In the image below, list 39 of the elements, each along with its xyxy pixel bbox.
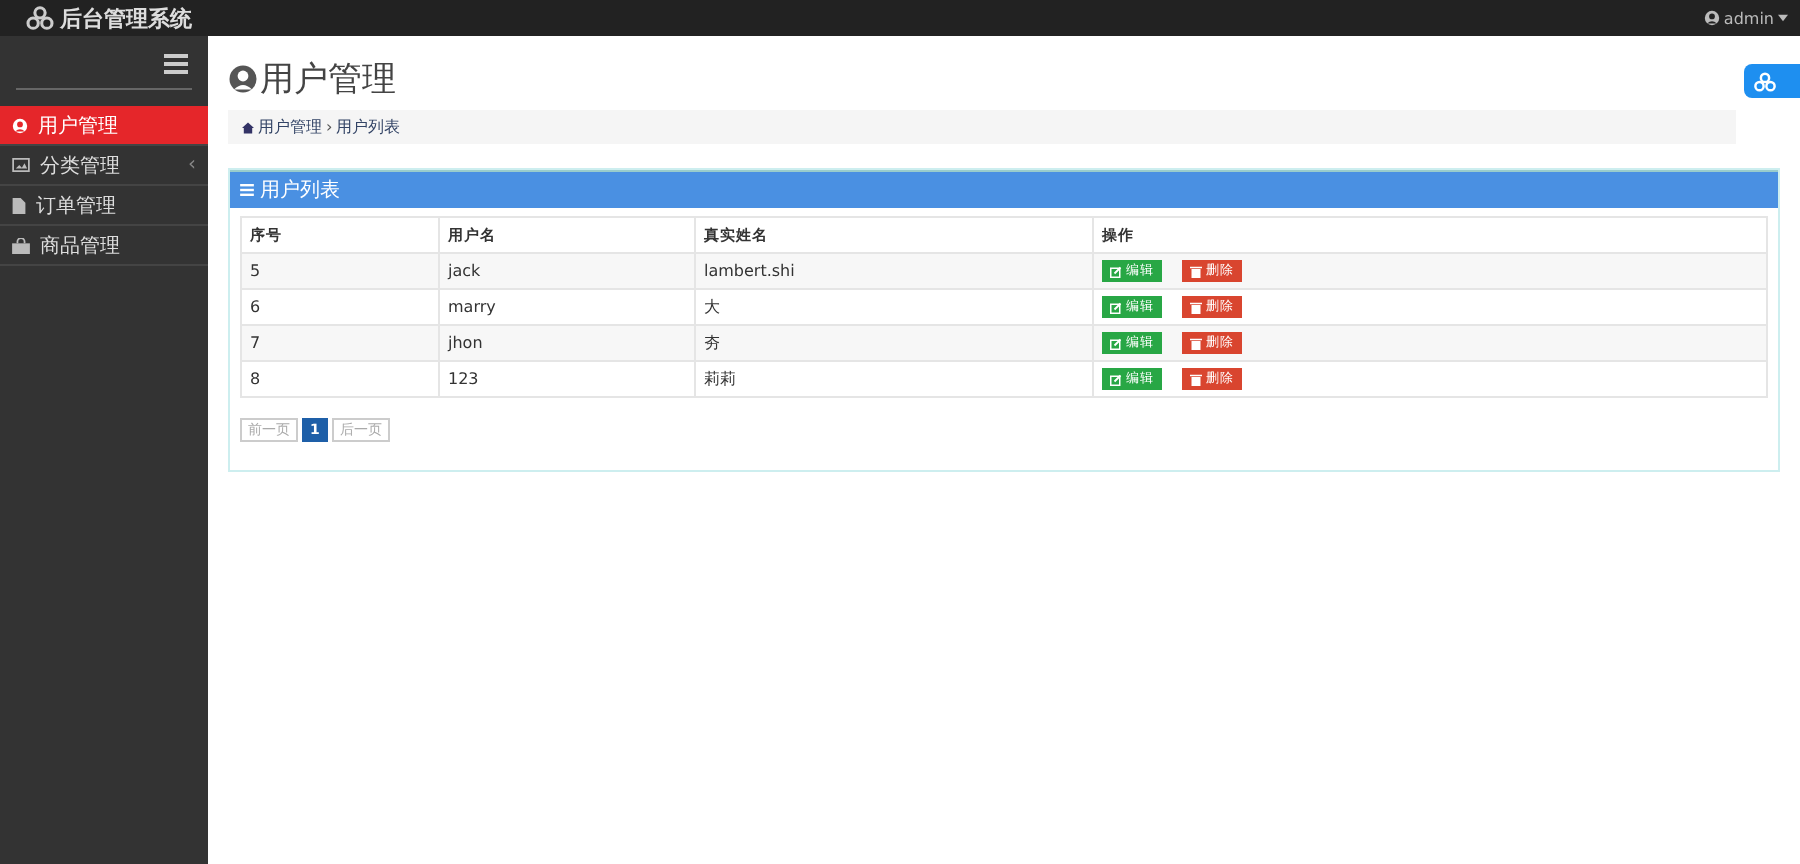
sidebar-item[interactable]: 用户管理	[0, 106, 208, 146]
page-title: 用户管理	[260, 57, 396, 101]
app-title: 后台管理系统	[60, 3, 192, 33]
breadcrumb-link[interactable]: 用户管理	[258, 116, 322, 138]
pencil-icon	[1110, 373, 1122, 385]
breadcrumb-link[interactable]: 用户列表	[336, 116, 401, 138]
list-icon	[240, 184, 254, 196]
caret-icon: ‹	[188, 154, 196, 176]
user-menu[interactable]: admin	[1703, 9, 1788, 27]
table-cell: jack	[439, 253, 695, 289]
picture-icon	[12, 158, 30, 172]
table-cell: 莉莉	[695, 361, 1093, 397]
table-cell: jhon	[439, 325, 695, 361]
floating-widget-button[interactable]	[1744, 64, 1800, 98]
bag-icon	[12, 237, 30, 253]
pencil-icon	[1110, 301, 1122, 313]
user-icon	[228, 63, 258, 93]
document-icon	[12, 197, 26, 213]
table-cell: lambert.shi	[695, 253, 1093, 289]
table-cell: 7	[241, 325, 439, 361]
home-icon	[242, 121, 254, 133]
user-avatar-icon	[1703, 10, 1720, 26]
circles-icon	[1754, 71, 1776, 91]
pencil-icon	[1110, 265, 1122, 277]
table-cell: 123	[439, 361, 695, 397]
trash-icon	[1190, 265, 1202, 277]
pencil-icon	[1110, 337, 1122, 349]
table-cell: 夯	[695, 325, 1093, 361]
trash-icon	[1190, 301, 1202, 313]
caret-icon	[1778, 14, 1788, 22]
table-cell: 8	[241, 361, 439, 397]
user-icon	[12, 117, 28, 133]
trash-icon	[1190, 373, 1202, 385]
panel-title: 用户列表	[260, 177, 340, 204]
circles-logo-icon	[26, 6, 54, 30]
menu-icon[interactable]	[164, 54, 188, 74]
trash-icon	[1190, 337, 1202, 349]
breadcrumb-separator: ›	[326, 118, 333, 136]
table-cell: 5	[241, 253, 439, 289]
